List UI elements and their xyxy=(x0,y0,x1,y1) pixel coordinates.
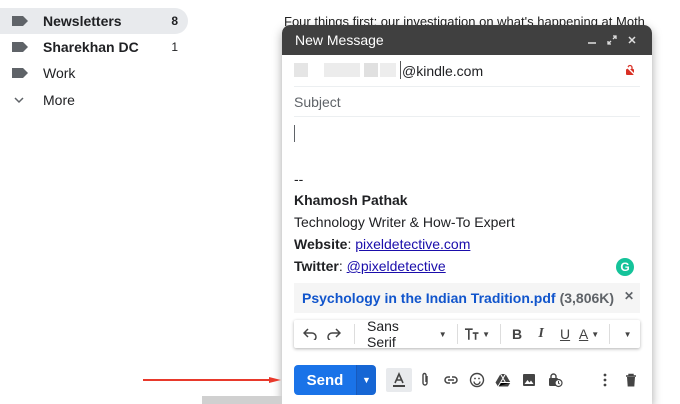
compose-actions: Send ▼ xyxy=(294,365,644,395)
sidebar-item-more[interactable]: More xyxy=(0,87,188,113)
unread-count: 8 xyxy=(171,14,178,28)
label-icon xyxy=(12,16,28,26)
more-options-icon[interactable] xyxy=(592,368,618,392)
attachment-name: Psychology in the Indian Tradition.pdf xyxy=(302,290,556,306)
sidebar-item-newsletters[interactable]: Newsletters 8 xyxy=(0,8,188,34)
insert-photo-icon[interactable] xyxy=(516,368,542,392)
label-icon xyxy=(12,42,28,52)
close-icon[interactable] xyxy=(622,30,642,50)
unread-count: 1 xyxy=(171,40,178,54)
google-drive-icon[interactable] xyxy=(490,368,516,392)
divider xyxy=(609,324,611,344)
sidebar-item-label: Sharekhan DC xyxy=(43,39,139,55)
sidebar: Newsletters 8 Sharekhan DC 1 Work More xyxy=(0,0,200,404)
signature-dashes: -- xyxy=(294,171,304,187)
text-color-icon[interactable]: A ▼ xyxy=(579,323,599,345)
attachment-size: (3,806K) xyxy=(559,290,615,306)
schedule-send-dropdown[interactable]: ▼ xyxy=(356,365,376,395)
emoji-icon[interactable] xyxy=(464,368,490,392)
website-label: Website xyxy=(294,236,348,252)
attachment-chip[interactable]: Psychology in the Indian Tradition.pdf (… xyxy=(294,283,640,313)
caret-down-icon: ▼ xyxy=(438,329,447,339)
redo-icon[interactable] xyxy=(324,323,344,345)
minimize-icon[interactable] xyxy=(582,30,602,50)
insert-link-icon[interactable] xyxy=(438,368,464,392)
font-size-icon[interactable]: ▼ xyxy=(464,323,490,345)
label-icon xyxy=(12,68,28,78)
divider xyxy=(456,324,458,344)
sidebar-item-partial[interactable] xyxy=(0,0,188,2)
signature-website: Website: pixeldetective.com xyxy=(294,236,471,252)
compose-header[interactable]: New Message xyxy=(282,25,652,55)
sidebar-item-label: More xyxy=(43,92,75,108)
attach-file-icon[interactable] xyxy=(412,368,438,392)
sidebar-item-label: Work xyxy=(43,65,76,81)
discard-draft-icon[interactable] xyxy=(618,368,644,392)
send-button[interactable]: Send xyxy=(294,365,356,395)
subject-field[interactable]: Subject xyxy=(294,87,640,117)
redacted-recipient xyxy=(324,63,360,77)
grammarly-icon[interactable]: G xyxy=(616,258,634,276)
signature-role: Technology Writer & How-To Expert xyxy=(294,214,515,230)
chevron-down-icon xyxy=(14,97,24,104)
confidential-mode-icon[interactable] xyxy=(542,368,568,392)
redacted-recipient xyxy=(364,63,378,77)
formatting-toolbar: Sans Serif ▼ ▼ B I U A ▼ ▼ xyxy=(294,318,640,350)
bold-icon[interactable]: B xyxy=(507,323,527,345)
to-input-value: @kindle.com xyxy=(402,63,484,79)
to-field[interactable]: @kindle.com xyxy=(294,55,640,87)
redacted-recipient xyxy=(380,63,396,77)
divider xyxy=(354,324,355,344)
more-formatting-icon[interactable]: ▼ xyxy=(616,323,636,345)
sidebar-item-work[interactable]: Work xyxy=(0,60,188,86)
sidebar-item-label: Newsletters xyxy=(43,13,122,29)
horizontal-scrollbar[interactable] xyxy=(202,396,282,404)
body-cursor xyxy=(294,125,295,142)
divider xyxy=(500,324,502,344)
expand-icon[interactable] xyxy=(602,30,622,50)
send-button-group: Send ▼ xyxy=(294,365,376,395)
compose-title: New Message xyxy=(295,32,384,48)
remove-attachment-icon[interactable]: ✕ xyxy=(624,289,634,303)
encryption-off-icon[interactable] xyxy=(624,64,636,76)
font-family-select[interactable]: Sans Serif ▼ xyxy=(361,318,447,350)
formatting-options-icon[interactable] xyxy=(386,368,412,392)
website-link[interactable]: pixeldetective.com xyxy=(355,236,470,252)
underline-icon[interactable]: U xyxy=(555,323,575,345)
annotation-arrow xyxy=(143,377,281,383)
font-family-value: Sans Serif xyxy=(366,318,399,350)
signature-name: Khamosh Pathak xyxy=(294,192,408,208)
caret-down-icon: ▼ xyxy=(482,329,491,339)
signature-twitter: Twitter: @pixeldetective xyxy=(294,258,446,274)
subject-placeholder: Subject xyxy=(294,94,341,110)
redacted-recipient xyxy=(294,63,308,77)
twitter-label: Twitter xyxy=(294,258,339,274)
italic-icon[interactable]: I xyxy=(531,323,551,345)
sidebar-item-sharekhan-dc[interactable]: Sharekhan DC 1 xyxy=(0,34,188,60)
twitter-link[interactable]: @pixeldetective xyxy=(347,258,446,274)
undo-icon[interactable] xyxy=(300,323,320,345)
text-cursor xyxy=(400,61,401,79)
caret-down-icon: ▼ xyxy=(591,329,600,339)
compose-window: New Message @kindle.com Subject -- Khamo… xyxy=(282,25,652,404)
